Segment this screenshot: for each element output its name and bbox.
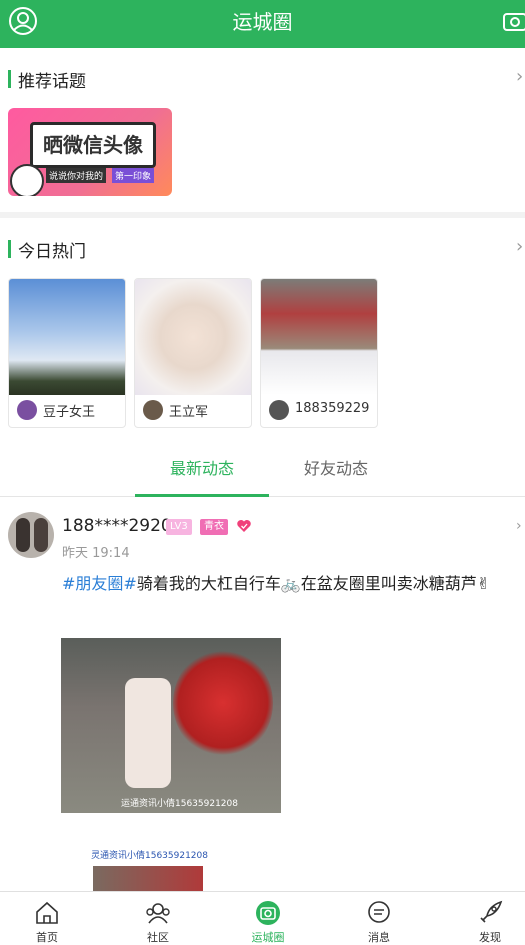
- banner-sub-left: 说说你对我的: [46, 168, 107, 183]
- section-divider: [0, 212, 525, 218]
- person: [125, 678, 171, 788]
- hot-card-image: [261, 279, 377, 395]
- nav-messages[interactable]: 消息: [344, 892, 414, 944]
- avatar: [17, 400, 37, 420]
- level-badge: LV3: [166, 519, 192, 535]
- nav-discover[interactable]: 发现: [455, 892, 525, 944]
- rocket-icon: [480, 900, 503, 923]
- hot-card-name: 王立军: [169, 405, 209, 420]
- post-username[interactable]: 188****2920: [62, 516, 172, 536]
- avatar: [269, 400, 289, 420]
- photo-caption: 灵通资讯小倩15635921208: [91, 851, 208, 861]
- header-bar: 运城圈: [0, 0, 525, 48]
- hot-card[interactable]: 王立军: [134, 278, 252, 428]
- camera-icon[interactable]: [502, 9, 525, 33]
- post-photo[interactable]: 运通资讯小倩15635921208 灵通资讯小倩15635921208: [61, 638, 281, 898]
- page-title: 运城圈: [232, 10, 293, 34]
- feed-tabs: 最新动态 好友动态: [0, 448, 525, 497]
- chevron-right-icon[interactable]: ›: [516, 236, 523, 257]
- tab-latest[interactable]: 最新动态: [135, 448, 269, 497]
- hot-card-image: [9, 279, 125, 395]
- banner-frame: 晒微信头像: [30, 122, 156, 168]
- message-icon: [368, 901, 390, 923]
- chevron-right-icon[interactable]: ›: [516, 66, 523, 87]
- recommended-topics-title: 推荐话题: [18, 72, 86, 92]
- hot-today-title: 今日热门: [18, 242, 86, 262]
- heart-badge-icon: [237, 520, 251, 532]
- hot-card-name: 豆子女王: [43, 405, 96, 420]
- post-time: 昨天 19:14: [62, 546, 130, 561]
- banner-sub-right: 第一印象: [112, 168, 155, 183]
- bottom-nav: 首页 社区 运城圈 消息 发现: [0, 891, 525, 944]
- rank-badge: 青衣: [200, 519, 228, 535]
- post-content[interactable]: #朋友圈#骑着我的大杠自行车🚲在盆友圈里叫卖冰糖葫芦✌: [62, 570, 502, 597]
- hot-card[interactable]: 豆子女王: [8, 278, 126, 428]
- hot-card-image: [135, 279, 251, 395]
- tab-friends[interactable]: 好友动态: [269, 448, 403, 494]
- cartoon-face-icon: [10, 164, 44, 196]
- section-accent-bar: [8, 240, 11, 258]
- post-text: 骑着我的大杠自行车🚲在盆友圈里叫卖冰糖葫芦✌: [136, 574, 491, 593]
- hot-today-header[interactable]: 今日热门 ›: [0, 234, 525, 264]
- hot-card[interactable]: 188359229: [260, 278, 378, 428]
- nav-circle[interactable]: 运城圈: [233, 892, 303, 944]
- hot-card-name: 188359229: [295, 401, 370, 416]
- topic-banner[interactable]: 晒微信头像 说说你对我的 第一印象: [8, 108, 172, 196]
- avatar: [143, 400, 163, 420]
- banner-title: 晒微信头像: [43, 133, 143, 157]
- nav-home[interactable]: 首页: [12, 892, 82, 944]
- photo-overlay-text: 运通资讯小倩15635921208: [121, 799, 238, 809]
- recommended-topics-header[interactable]: 推荐话题 ›: [0, 64, 525, 94]
- home-icon: [36, 901, 58, 924]
- nav-community[interactable]: 社区: [123, 892, 193, 944]
- section-accent-bar: [8, 70, 11, 88]
- community-icon: [146, 903, 170, 924]
- circle-camera-icon: [256, 901, 280, 925]
- post-hashtag[interactable]: #朋友圈#: [62, 574, 137, 593]
- post-more-icon[interactable]: ›: [516, 518, 522, 534]
- post-avatar[interactable]: [8, 512, 54, 558]
- candied-haws: [173, 648, 273, 758]
